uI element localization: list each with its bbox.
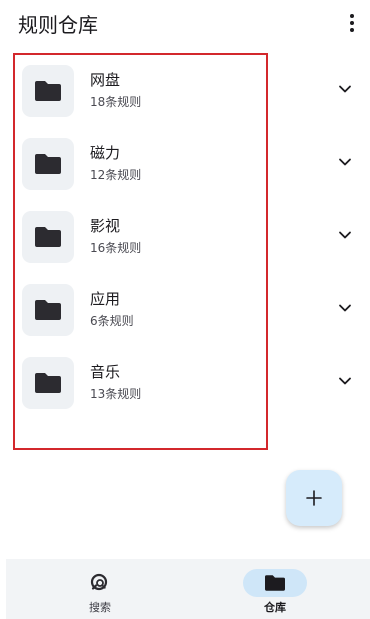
nav-indicator-active [243,569,307,597]
repository-item[interactable]: 音乐 13条规则 [0,350,370,423]
folder-icon [22,138,74,190]
chevron-down-icon[interactable] [338,82,352,96]
chevron-down-icon[interactable] [338,228,352,242]
nav-item-search[interactable]: 搜索 [40,559,160,619]
nav-indicator [68,569,132,597]
repository-list: 网盘 18条规则 磁力 12条规则 影视 16条规则 应用 6条规则 音乐 13… [0,58,370,423]
repository-name: 音乐 [90,363,121,381]
folder-icon [22,65,74,117]
repository-rule-count: 18条规则 [90,95,142,109]
folder-icon [265,575,285,591]
repository-name: 影视 [90,217,121,235]
add-repository-button[interactable] [286,470,342,526]
folder-icon [22,211,74,263]
chevron-down-icon[interactable] [338,301,352,315]
repository-item[interactable]: 影视 16条规则 [0,204,370,277]
nav-label-search: 搜索 [89,601,111,614]
search-icon [90,573,108,591]
repository-item[interactable]: 应用 6条规则 [0,277,370,350]
repository-item[interactable]: 磁力 12条规则 [0,131,370,204]
repository-rule-count: 12条规则 [90,168,142,182]
folder-icon [22,284,74,336]
top-app-bar: 规则仓库 [0,0,370,48]
repository-name: 网盘 [90,71,121,89]
repository-item[interactable]: 网盘 18条规则 [0,58,370,131]
repository-rule-count: 13条规则 [90,387,142,401]
app-screen: 规则仓库 网盘 18条规则 磁力 12条规则 影视 16条规则 应用 6条规则 … [0,0,370,619]
nav-label-repository: 仓库 [264,601,286,614]
folder-icon [22,357,74,409]
repository-name: 磁力 [90,144,121,162]
repository-rule-count: 6条规则 [90,314,134,328]
chevron-down-icon[interactable] [338,374,352,388]
bottom-navigation: 搜索 仓库 [6,559,370,619]
repository-name: 应用 [90,290,121,308]
chevron-down-icon[interactable] [338,155,352,169]
repository-rule-count: 16条规则 [90,241,142,255]
nav-item-repository[interactable]: 仓库 [215,559,335,619]
plus-icon [306,490,322,506]
more-vert-icon[interactable] [344,12,360,34]
page-title: 规则仓库 [18,13,98,37]
